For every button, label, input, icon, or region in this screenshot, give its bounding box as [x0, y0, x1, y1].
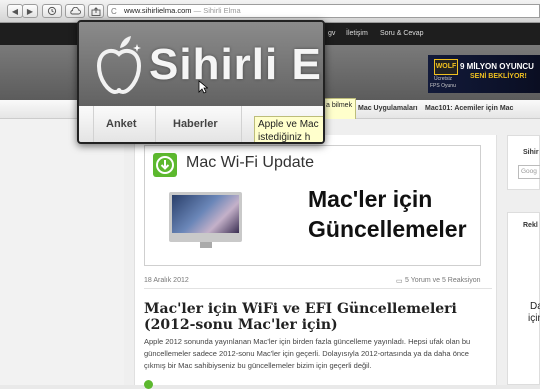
forward-button[interactable]: ▶ [22, 4, 38, 18]
cloud-icon [70, 7, 81, 15]
address-bar[interactable]: www.sihirlielma.com — Sihirli Elma [107, 4, 540, 18]
back-arrow-icon: ◀ [11, 6, 19, 16]
article-image[interactable]: Mac Wi-Fi Update Mac'ler için Güncelleme… [144, 145, 481, 266]
image-headline-line1: Mac'ler için [308, 186, 433, 212]
article-title[interactable]: Mac'ler için WiFi ve EFI Güncellemeleri … [144, 301, 486, 333]
mouse-cursor-icon [198, 80, 208, 94]
clock-history-icon [47, 6, 57, 16]
download-icon [153, 153, 177, 177]
sidebar-box1-title: Sihir [523, 149, 539, 156]
wolf-logo: WOLF [434, 59, 458, 75]
popup-tooltip: Apple ve Mac istediğiniz h [254, 116, 323, 142]
tab-divider [155, 106, 156, 142]
sidebar-ad-box: Rekl Da için [507, 212, 540, 385]
link-preview-popup[interactable]: Sihirli E Anket Haberler Apple ve Mac is… [77, 20, 325, 144]
article-date: 18 Aralık 2012 [144, 277, 189, 284]
comment-icon: ▭ [396, 278, 403, 285]
tab-divider [241, 106, 242, 142]
nav-item-qa[interactable]: Soru & Cevap [380, 30, 424, 37]
left-column [0, 119, 124, 385]
sidebar-search-box: Sihir Goog [507, 135, 540, 190]
apple-logo-icon [96, 36, 142, 95]
sidebar-search-input[interactable]: Goog [518, 165, 540, 179]
tab-haberler[interactable]: Haberler [173, 118, 218, 130]
forward-arrow-icon: ▶ [26, 6, 34, 16]
sidebar-ad-text2: için [528, 313, 540, 324]
update-header-title: Mac Wi-Fi Update [186, 154, 315, 171]
banner-game-label: FPS Oyunu [430, 83, 456, 89]
url-separator: — [191, 6, 204, 15]
share-button[interactable] [88, 4, 104, 18]
divider [144, 288, 492, 289]
menu-item-mac101[interactable]: Mac101: Acemiler için Mac [425, 105, 513, 112]
image-headline-line2: Güncellemeler [308, 216, 467, 242]
banner-line2: SENİ BEKLİYOR! [470, 73, 527, 80]
url-domain: www.sihirlielma.com [124, 6, 192, 15]
url-page-title: Sihirli Elma [203, 6, 241, 15]
tooltip-tail: a bilmek [324, 98, 356, 120]
imac-stand [200, 242, 212, 248]
popup-logo-text: Sihirli E [149, 40, 322, 89]
tab-anket[interactable]: Anket [106, 118, 137, 130]
banner-free-label: Ücretsiz [434, 76, 453, 82]
imac-screen [172, 195, 239, 233]
imac-image [169, 192, 242, 248]
sidebar-ad-text1: Da [530, 301, 540, 312]
nav-item-gv[interactable]: gv [328, 30, 335, 37]
article-comments-link[interactable]: 5 Yorum ve 5 Reaksiyon [405, 277, 481, 284]
share-icon [91, 6, 101, 16]
tab-divider [93, 106, 94, 142]
article-body: Apple 2012 sonunda yayınlanan Mac'ler iç… [144, 337, 471, 370]
back-button[interactable]: ◀ [7, 4, 23, 18]
menu-item-mac-apps[interactable]: Mac Uygulamaları [358, 105, 418, 112]
nav-item-contact[interactable]: İletişim [346, 30, 368, 37]
sidebar-box2-title: Rekl [523, 222, 538, 229]
reader-c-icon: C [111, 7, 117, 16]
icloud-tabs-button[interactable] [65, 4, 85, 18]
wolf-ad-banner[interactable]: WOLF 9 MİLYON OYUNCU SENİ BEKLİYOR! Ücre… [428, 55, 540, 93]
banner-line1: 9 MİLYON OYUNCU [460, 62, 534, 71]
history-button[interactable] [42, 4, 62, 18]
